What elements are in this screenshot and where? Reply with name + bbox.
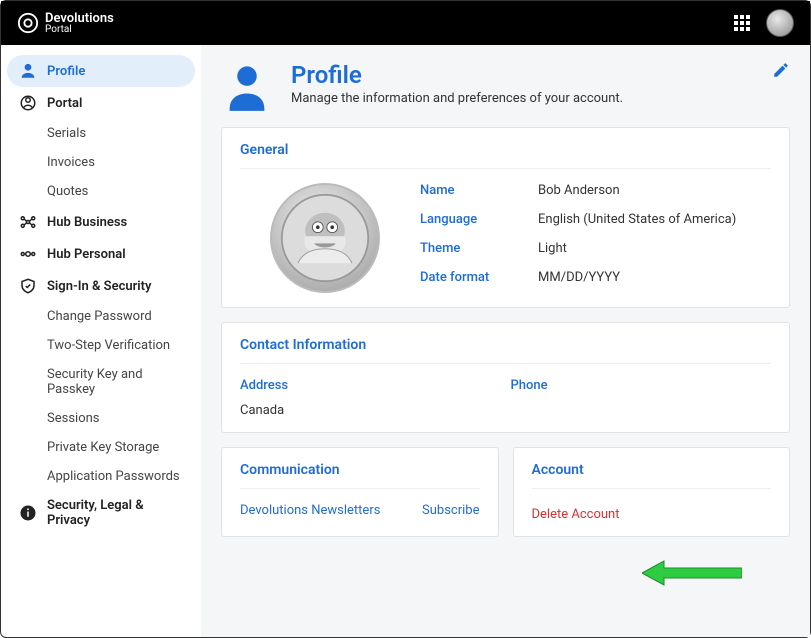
page-subtitle: Manage the information and preferences o… bbox=[291, 91, 623, 106]
delete-account-link[interactable]: Delete Account bbox=[532, 507, 620, 522]
hub-personal-icon bbox=[19, 245, 37, 263]
sidebar-item-invoices[interactable]: Invoices bbox=[7, 148, 195, 177]
language-value: English (United States of America) bbox=[538, 212, 736, 227]
theme-label: Theme bbox=[420, 241, 520, 256]
phone-label: Phone bbox=[511, 378, 772, 393]
general-card: General Name bbox=[221, 127, 790, 308]
contact-card: Contact Information Address Canada Phone bbox=[221, 322, 790, 433]
person-icon bbox=[19, 62, 37, 80]
address-label: Address bbox=[240, 378, 501, 393]
sidebar-item-hub-business[interactable]: Hub Business bbox=[7, 206, 195, 238]
sidebar-item-two-step[interactable]: Two-Step Verification bbox=[7, 331, 195, 360]
sidebar-label: Sign-In & Security bbox=[47, 279, 151, 294]
portal-icon bbox=[19, 94, 37, 112]
sidebar-label: Hub Personal bbox=[47, 247, 126, 262]
sidebar-item-profile[interactable]: Profile bbox=[7, 55, 195, 87]
profile-page-icon bbox=[221, 61, 273, 113]
hub-business-icon bbox=[19, 213, 37, 231]
sidebar-label: Change Password bbox=[47, 309, 152, 324]
top-bar: Devolutions Portal bbox=[1, 1, 810, 45]
sidebar-item-private-key[interactable]: Private Key Storage bbox=[7, 433, 195, 462]
account-card: Account Delete Account bbox=[513, 447, 791, 537]
address-value: Canada bbox=[240, 403, 501, 418]
sidebar-label: Private Key Storage bbox=[47, 440, 159, 455]
account-heading: Account bbox=[532, 462, 772, 489]
dateformat-value: MM/DD/YYYY bbox=[538, 270, 736, 285]
shield-icon bbox=[19, 277, 37, 295]
dateformat-label: Date format bbox=[420, 270, 520, 285]
apps-grid-icon[interactable] bbox=[734, 15, 750, 31]
sidebar-item-portal[interactable]: Portal bbox=[7, 87, 195, 119]
sidebar-item-serials[interactable]: Serials bbox=[7, 119, 195, 148]
newsletters-link[interactable]: Devolutions Newsletters bbox=[240, 503, 380, 518]
sidebar-label: Invoices bbox=[47, 155, 95, 170]
devolutions-logo-icon bbox=[17, 12, 39, 34]
sidebar-item-app-passwords[interactable]: Application Passwords bbox=[7, 462, 195, 491]
sidebar-item-sessions[interactable]: Sessions bbox=[7, 404, 195, 433]
sidebar-item-quotes[interactable]: Quotes bbox=[7, 177, 195, 206]
sidebar-label: Security Key and Passkey bbox=[47, 367, 183, 397]
page-header: Profile Manage the information and prefe… bbox=[221, 61, 790, 113]
sidebar-label: Serials bbox=[47, 126, 86, 141]
sidebar-label: Sessions bbox=[47, 411, 100, 426]
sidebar-item-change-password[interactable]: Change Password bbox=[7, 302, 195, 331]
sidebar-label: Hub Business bbox=[47, 215, 127, 230]
theme-value: Light bbox=[538, 241, 736, 256]
main-content: Profile Manage the information and prefe… bbox=[201, 45, 810, 637]
sidebar-item-hub-personal[interactable]: Hub Personal bbox=[7, 238, 195, 270]
language-label: Language bbox=[420, 212, 520, 227]
user-avatar-small[interactable] bbox=[766, 9, 794, 37]
brand-name: Devolutions bbox=[45, 12, 114, 25]
sidebar-label: Security, Legal & Privacy bbox=[47, 498, 183, 528]
sidebar-label: Two-Step Verification bbox=[47, 338, 170, 353]
edit-icon[interactable] bbox=[772, 61, 790, 79]
communication-card: Communication Devolutions Newsletters Su… bbox=[221, 447, 499, 537]
info-icon bbox=[19, 504, 37, 522]
general-heading: General bbox=[240, 142, 771, 169]
name-value: Bob Anderson bbox=[538, 183, 736, 198]
sidebar-item-security-key[interactable]: Security Key and Passkey bbox=[7, 360, 195, 404]
sidebar: Profile Portal Serials Invoices Quotes H… bbox=[1, 45, 201, 637]
sidebar-label: Application Passwords bbox=[47, 469, 180, 484]
brand-sub: Portal bbox=[45, 25, 114, 35]
avatar-illustration-icon bbox=[280, 193, 370, 283]
subscribe-link[interactable]: Subscribe bbox=[422, 503, 479, 518]
brand-logo[interactable]: Devolutions Portal bbox=[17, 12, 114, 35]
user-avatar-large[interactable] bbox=[270, 183, 380, 293]
page-title: Profile bbox=[291, 61, 623, 89]
sidebar-label: Profile bbox=[47, 64, 85, 79]
name-label: Name bbox=[420, 183, 520, 198]
contact-heading: Contact Information bbox=[240, 337, 771, 364]
sidebar-item-signin-security[interactable]: Sign-In & Security bbox=[7, 270, 195, 302]
sidebar-item-legal-privacy[interactable]: Security, Legal & Privacy bbox=[7, 491, 195, 535]
sidebar-label: Portal bbox=[47, 96, 82, 111]
communication-heading: Communication bbox=[240, 462, 480, 489]
sidebar-label: Quotes bbox=[47, 184, 88, 199]
